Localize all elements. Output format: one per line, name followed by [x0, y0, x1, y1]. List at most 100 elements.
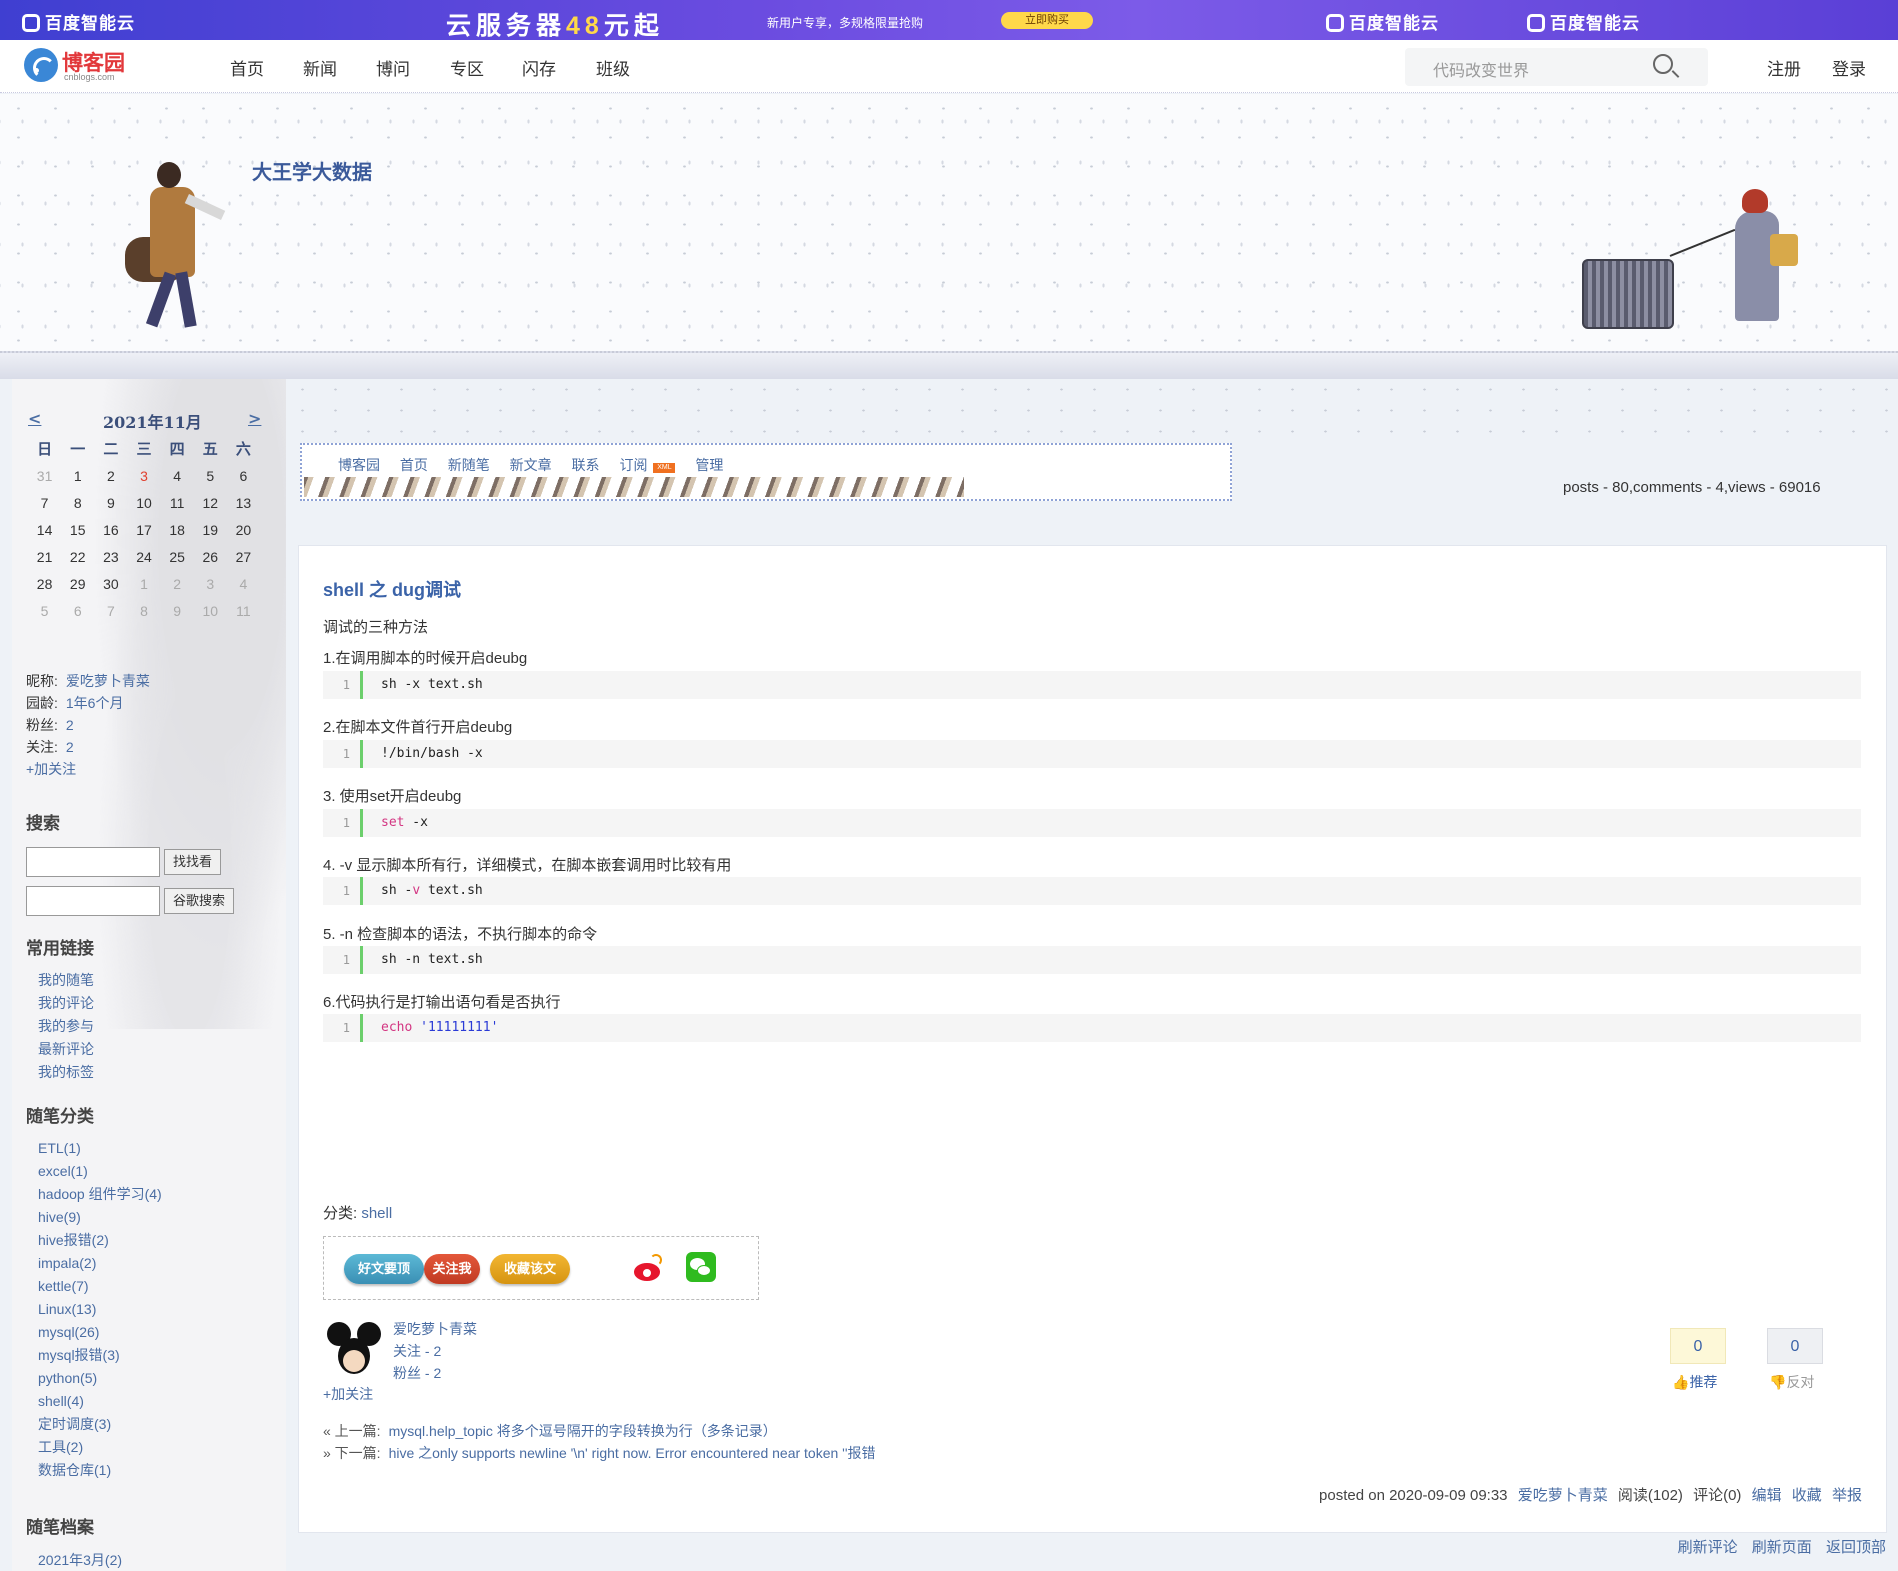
edit-post-link[interactable]: 编辑	[1752, 1487, 1782, 1504]
register-link[interactable]: 注册	[1767, 55, 1801, 80]
link-my-participation[interactable]: 我的参与	[38, 1018, 94, 1034]
category-item[interactable]: hive(9)	[38, 1209, 81, 1225]
nav-news[interactable]: 新闻	[303, 55, 337, 80]
digg-button[interactable]: 👍推荐	[1672, 1372, 1717, 1392]
archive-item[interactable]: 2021年3月(2)	[38, 1552, 122, 1568]
link-my-posts[interactable]: 我的随笔	[38, 972, 94, 988]
category-item[interactable]: mysql(26)	[38, 1324, 99, 1340]
profile-age-link[interactable]: 1年6个月	[66, 695, 124, 711]
login-link[interactable]: 登录	[1832, 55, 1866, 80]
post-step-heading: 3. 使用set开启deubg	[323, 788, 462, 805]
code-token: sh -x text.sh	[381, 677, 483, 692]
nav-zones[interactable]: 专区	[450, 55, 484, 80]
profile-follow-link[interactable]: 2	[66, 739, 74, 755]
calendar-day: 27	[235, 548, 252, 565]
profile-nickname-link[interactable]: 爱吃萝卜青菜	[66, 673, 150, 689]
calendar-prev-month[interactable]: <	[28, 409, 41, 428]
ad-brand-left: 百度智能云	[22, 9, 135, 34]
nav-class[interactable]: 班级	[596, 55, 630, 80]
category-item[interactable]: 数据仓库(1)	[38, 1462, 111, 1478]
add-follow-link[interactable]: +加关注	[26, 761, 76, 777]
back-to-top-link[interactable]: 返回顶部	[1826, 1539, 1886, 1556]
report-post-link[interactable]: 举报	[1832, 1487, 1862, 1504]
calendar-day: 7	[40, 494, 49, 511]
category-item[interactable]: impala(2)	[38, 1255, 96, 1271]
nav-ing[interactable]: 闪存	[522, 55, 556, 80]
post-step-heading: 2.在脚本文件首行开启deubg	[323, 719, 513, 736]
profile-follow: 关注: 2	[26, 739, 74, 755]
category-item[interactable]: 定时调度(3)	[38, 1416, 111, 1432]
calendar-day: 6	[239, 467, 248, 484]
blognav-new-post[interactable]: 新随笔	[448, 457, 490, 473]
category-item[interactable]: shell(4)	[38, 1393, 84, 1409]
link-my-tags[interactable]: 我的标签	[38, 1064, 94, 1080]
site-search-input[interactable]: 代码改变世界	[1405, 48, 1708, 86]
bury-count[interactable]: 0	[1767, 1328, 1823, 1364]
blog-title[interactable]: 大王学大数据	[252, 156, 372, 185]
favorite-post-button[interactable]: 收藏该文	[490, 1254, 570, 1284]
refresh-comments-link[interactable]: 刷新评论	[1678, 1539, 1738, 1556]
blognav-cnblogs[interactable]: 博客园	[338, 457, 380, 473]
ad-banner[interactable]: 百度智能云 云服务器48元起 新用户专享，多规格限量抢购 立即购买 百度智能云 …	[0, 0, 1898, 40]
baidu-cloud-logo-icon	[1527, 14, 1545, 32]
google-search-field[interactable]	[26, 886, 160, 916]
blognav-contact[interactable]: 联系	[572, 457, 600, 473]
calendar-weekday: 二	[103, 441, 119, 458]
calendar-weekday: 一	[70, 441, 86, 458]
post-title[interactable]: shell 之 dug调试	[323, 576, 461, 602]
prev-post-link[interactable]: mysql.help_topic 将多个逗号隔开的字段转换为行（多条记录）	[389, 1423, 777, 1439]
favorite-post-link[interactable]: 收藏	[1792, 1487, 1822, 1504]
follow-me-button[interactable]: 关注我	[424, 1254, 480, 1284]
next-post-link[interactable]: hive 之only supports newline '\n' right n…	[389, 1445, 876, 1461]
google-search-button[interactable]: 谷歌搜索	[164, 888, 235, 914]
category-item[interactable]: hive报错(2)	[38, 1232, 109, 1248]
link-my-comments[interactable]: 我的评论	[38, 995, 94, 1011]
weibo-share-icon[interactable]	[632, 1254, 662, 1284]
post-author-link[interactable]: 爱吃萝卜青菜	[1518, 1487, 1608, 1504]
author-fans-link[interactable]: 粉丝 - 2	[393, 1363, 441, 1383]
category-item[interactable]: kettle(7)	[38, 1278, 89, 1294]
nav-home[interactable]: 首页	[230, 55, 264, 80]
calendar: 日一二三四五六 31 1 2 3 4 5 6 7 8 9 10 11 12 13 14 15 16 17 18 19 2…	[28, 435, 260, 624]
bury-button[interactable]: 👎反对	[1769, 1372, 1814, 1392]
category-item[interactable]: hadoop 组件学习(4)	[38, 1186, 162, 1202]
category-item[interactable]: python(5)	[38, 1370, 97, 1386]
digg-count[interactable]: 0	[1670, 1328, 1726, 1364]
author-avatar[interactable]	[323, 1320, 383, 1380]
author-add-follow-link[interactable]: +加关注	[323, 1384, 373, 1404]
refresh-page-link[interactable]: 刷新页面	[1752, 1539, 1812, 1556]
category-item[interactable]: excel(1)	[38, 1163, 88, 1179]
rss-logo-icon	[24, 48, 58, 82]
calendar-next-month[interactable]: >	[248, 409, 261, 428]
category-item[interactable]: 工具(2)	[38, 1439, 83, 1455]
calendar-day: 22	[69, 548, 86, 565]
code-line-number: 1	[323, 809, 363, 837]
category-item[interactable]: mysql报错(3)	[38, 1347, 120, 1363]
blognav-subscribe[interactable]: 订阅	[619, 457, 647, 473]
category-item[interactable]: Linux(13)	[38, 1301, 96, 1317]
blognav-manage[interactable]: 管理	[695, 457, 723, 473]
ad-buy-button[interactable]: 立即购买	[1001, 12, 1093, 29]
author-follow-link[interactable]: 关注 - 2	[393, 1341, 441, 1361]
xml-feed-icon[interactable]: XML	[653, 463, 676, 473]
blog-header: 大王学大数据	[0, 94, 1898, 379]
search-heading: 搜索	[26, 814, 60, 833]
category-link[interactable]: shell	[361, 1205, 392, 1222]
blognav-new-article[interactable]: 新文章	[510, 457, 552, 473]
blognav-home[interactable]: 首页	[400, 457, 428, 473]
share-box: 好文要顶 关注我 收藏该文	[323, 1236, 759, 1300]
post-comment-count: 评论(0)	[1693, 1487, 1742, 1504]
author-name-link[interactable]: 爱吃萝卜青菜	[393, 1319, 477, 1339]
post-intro: 调试的三种方法	[323, 619, 429, 636]
link-latest-comments[interactable]: 最新评论	[38, 1041, 94, 1057]
profile-fans-link[interactable]: 2	[66, 717, 74, 733]
site-search-button[interactable]: 找找看	[164, 849, 222, 875]
wechat-share-icon[interactable]	[686, 1252, 716, 1282]
search-icon[interactable]	[1653, 54, 1673, 74]
code-line-number: 1	[323, 877, 363, 905]
category-item[interactable]: ETL(1)	[38, 1140, 81, 1156]
nav-questions[interactable]: 博问	[376, 55, 410, 80]
post-date: posted on 2020-09-09 09:33	[1319, 1487, 1508, 1504]
site-search-field[interactable]	[26, 847, 160, 877]
recommend-post-button[interactable]: 好文要顶	[344, 1254, 424, 1284]
